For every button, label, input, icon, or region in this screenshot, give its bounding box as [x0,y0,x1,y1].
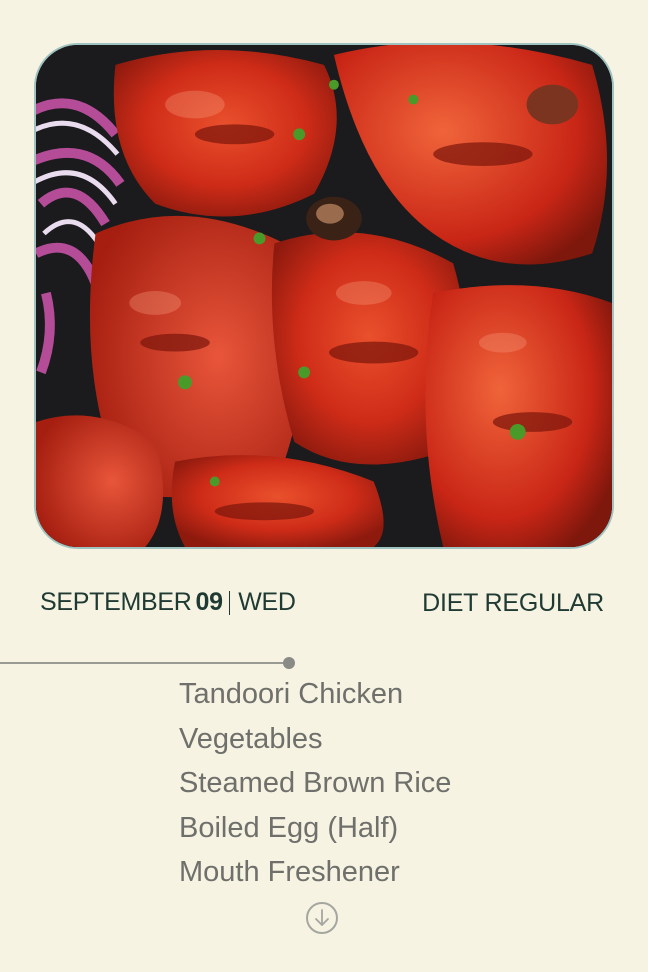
menu-item: Tandoori Chicken [179,678,404,710]
timeline-dot [283,657,295,669]
date-day: 09 [195,588,224,616]
menu-item: Mouth Freshener [179,856,400,888]
date-separator [228,590,231,615]
date-weekday: WED [238,588,296,616]
scroll-down-button[interactable] [306,902,338,934]
diet-label: DIET REGULAR [422,589,604,617]
menu-list: Tandoori Chicken Vegetables Steamed Brow… [179,672,451,895]
timeline-divider [0,662,289,664]
arrow-down-circle-icon [315,909,329,926]
tandoori-chicken-photo [36,45,612,547]
meal-photo [34,43,614,549]
meal-date: SEPTEMBER 09 WED [40,588,296,617]
menu-item: Vegetables [179,722,323,755]
menu-item: Boiled Egg (Half) [179,811,399,844]
date-month: SEPTEMBER [40,588,192,616]
menu-item: Steamed Brown Rice [179,767,452,799]
